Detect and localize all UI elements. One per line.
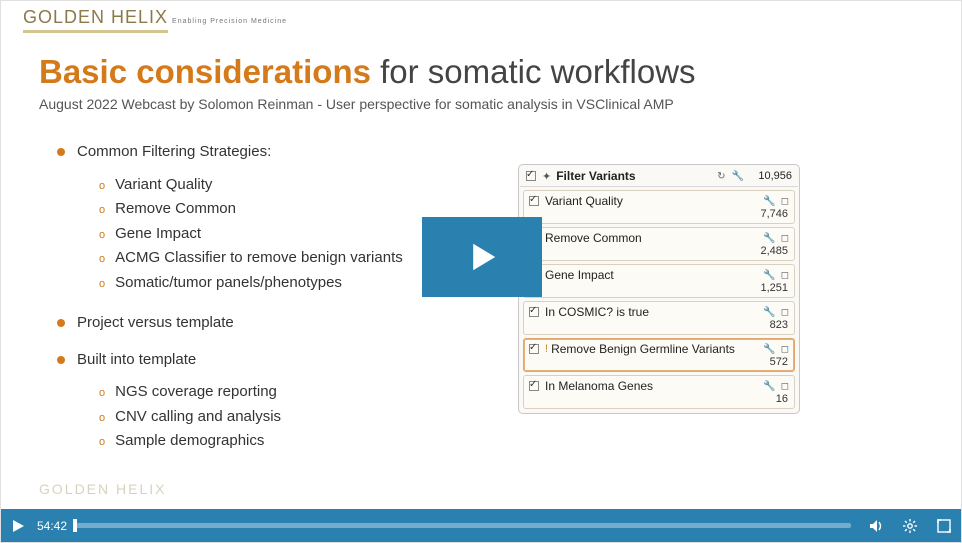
expand-icon[interactable]: ◻: [781, 344, 789, 355]
filter-variants-panel: ✦ Filter Variants ↻ 🔧 10,956 Variant Qua…: [518, 164, 800, 414]
list-item: ACMG Classifier to remove benign variant…: [115, 247, 403, 270]
filter-card-count: 572: [524, 356, 794, 371]
filter-panel-count: 10,956: [752, 170, 792, 182]
warning-icon: !: [545, 343, 548, 355]
bullet-2: Project versus template: [59, 312, 489, 335]
expand-icon[interactable]: ◻: [781, 307, 789, 318]
title-accent: Basic considerations: [39, 53, 371, 90]
volume-icon: [868, 518, 884, 534]
play-icon: [10, 518, 26, 534]
video-player-bar: 54:42: [1, 509, 961, 542]
list-item: Variant Quality: [115, 174, 212, 197]
checkbox-icon[interactable]: [529, 344, 539, 354]
footer-logo: GOLDEN HELIX: [39, 481, 166, 497]
filter-card-name: Remove Benign Germline Variants: [551, 342, 758, 356]
settings-button[interactable]: [893, 509, 927, 542]
filter-panel-header[interactable]: ✦ Filter Variants ↻ 🔧 10,956: [520, 166, 798, 187]
bullet-3: Built into template: [59, 349, 489, 372]
title-rest: for somatic workflows: [371, 53, 696, 90]
player-play-button[interactable]: [1, 509, 35, 542]
bullet-list: Common Filtering Strategies: oVariant Qu…: [59, 141, 489, 471]
expand-icon[interactable]: ◻: [781, 196, 789, 207]
filter-card-count: 1,251: [524, 282, 794, 297]
checkbox-icon[interactable]: [529, 307, 539, 317]
filter-card[interactable]: In Melanoma Genes 🔧 ◻16: [523, 375, 795, 409]
player-scrubber[interactable]: [73, 523, 851, 528]
list-item: CNV calling and analysis: [115, 406, 281, 429]
filter-card-count: 16: [524, 393, 794, 408]
refresh-icon[interactable]: ↻: [717, 171, 725, 182]
checkbox-icon[interactable]: [529, 196, 539, 206]
list-item: NGS coverage reporting: [115, 381, 277, 404]
logo-tagline: Enabling Precision Medicine: [172, 18, 287, 25]
player-time: 54:42: [37, 519, 67, 533]
filter-card-name: Gene Impact: [545, 268, 758, 282]
wrench-icon[interactable]: 🔧: [763, 196, 775, 207]
filter-card[interactable]: Remove Common 🔧 ◻2,485: [523, 227, 795, 261]
filter-card-count: 7,746: [524, 208, 794, 223]
logo-text: GOLDEN HELIX: [23, 7, 168, 33]
filter-card[interactable]: Gene Impact 🔧 ◻1,251: [523, 264, 795, 298]
list-item: Somatic/tumor panels/phenotypes: [115, 272, 342, 295]
brand-logo: GOLDEN HELIX Enabling Precision Medicine: [23, 7, 287, 33]
play-button[interactable]: [422, 217, 542, 297]
list-item: Remove Common: [115, 198, 236, 221]
wrench-icon[interactable]: 🔧: [732, 171, 744, 182]
link-icon: ✦: [542, 170, 551, 183]
filter-card-name: In COSMIC? is true: [545, 305, 758, 319]
filter-card-count: 2,485: [524, 245, 794, 260]
wrench-icon[interactable]: 🔧: [763, 233, 775, 244]
fullscreen-button[interactable]: [927, 509, 961, 542]
gear-icon: [902, 518, 918, 534]
play-icon: [460, 235, 504, 279]
filter-card-name: Remove Common: [545, 231, 758, 245]
filter-card[interactable]: In COSMIC? is true 🔧 ◻823: [523, 301, 795, 335]
expand-icon[interactable]: ◻: [781, 381, 789, 392]
slide-title: Basic considerations for somatic workflo…: [39, 53, 696, 91]
list-item: Sample demographics: [115, 430, 264, 453]
filter-card-name: In Melanoma Genes: [545, 379, 758, 393]
expand-icon[interactable]: ◻: [781, 233, 789, 244]
wrench-icon[interactable]: 🔧: [763, 270, 775, 281]
bullet-1: Common Filtering Strategies:: [59, 141, 489, 164]
list-item: Gene Impact: [115, 223, 201, 246]
scrubber-knob[interactable]: [73, 519, 77, 532]
checkbox-icon[interactable]: [526, 171, 536, 181]
filter-card-count: 823: [524, 319, 794, 334]
checkbox-icon[interactable]: [529, 381, 539, 391]
wrench-icon[interactable]: 🔧: [763, 307, 775, 318]
bullet-3-sublist: oNGS coverage reporting oCNV calling and…: [99, 381, 489, 453]
filter-card-name: Variant Quality: [545, 194, 758, 208]
wrench-icon[interactable]: 🔧: [763, 381, 775, 392]
slide-subtitle: August 2022 Webcast by Solomon Reinman -…: [39, 96, 674, 112]
filter-card[interactable]: Variant Quality 🔧 ◻7,746: [523, 190, 795, 224]
wrench-icon[interactable]: 🔧: [763, 344, 775, 355]
filter-panel-title: Filter Variants: [556, 169, 711, 183]
expand-icon[interactable]: ◻: [781, 270, 789, 281]
volume-button[interactable]: [859, 509, 893, 542]
filter-card[interactable]: !Remove Benign Germline Variants 🔧 ◻572: [523, 338, 795, 372]
fullscreen-icon: [936, 518, 952, 534]
